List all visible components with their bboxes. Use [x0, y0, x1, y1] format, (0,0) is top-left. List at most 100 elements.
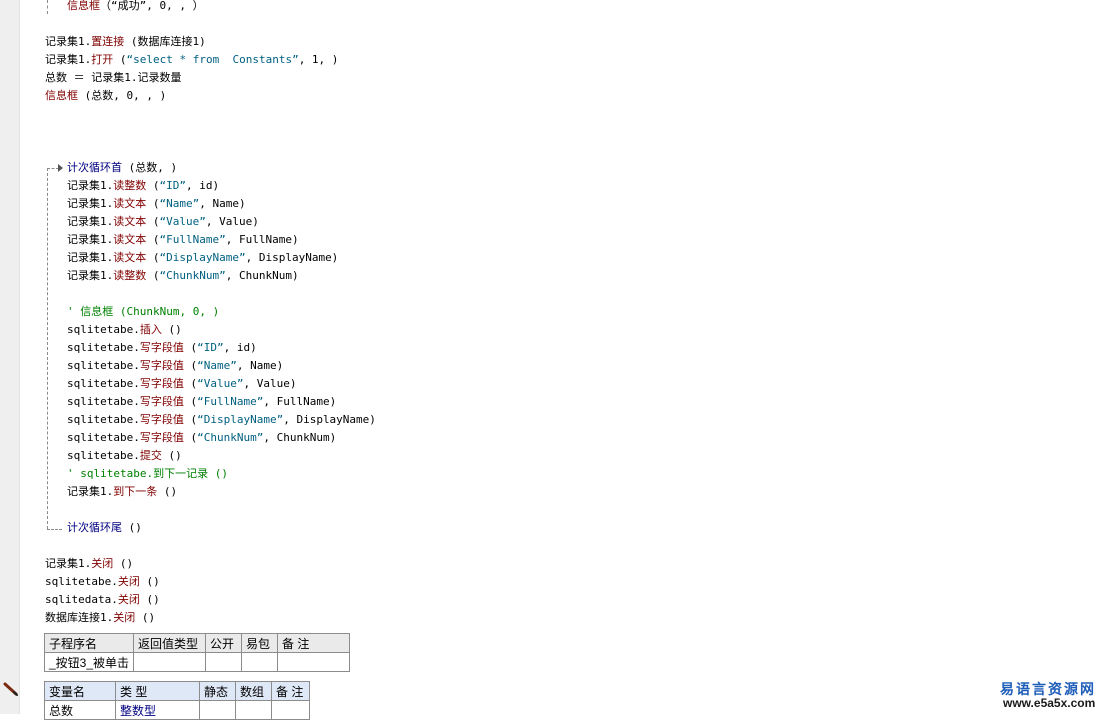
loop-keyword: 计次循环首: [67, 161, 122, 174]
object-name: sqlitetabe.: [45, 575, 118, 588]
method-name: 到下一条: [113, 485, 158, 498]
code-line[interactable]: sqlitetabe.写字段值 (“DisplayName”, DisplayN…: [67, 411, 376, 429]
args: (: [146, 233, 160, 246]
args: , ChunkNum): [263, 431, 337, 444]
code-line[interactable]: 记录集1.读文本 (“Name”, Name): [67, 195, 246, 213]
subroutine-table: 子程序名 返回值类型 公开 易包 备 注 _按钮3_被单击: [43, 633, 351, 672]
code-line[interactable]: 记录集1.关闭 (): [45, 555, 133, 573]
string-literal: “DisplayName”: [197, 413, 284, 426]
variable-name-cell[interactable]: 总数: [44, 700, 116, 720]
args: (): [161, 323, 182, 336]
args: (总数, 0, , ): [78, 89, 167, 102]
easy-pkg-cell[interactable]: [241, 652, 279, 672]
object-name: 数据库连接1.: [45, 611, 114, 624]
code-line[interactable]: 总数 ＝ 记录集1.记录数量: [45, 69, 182, 87]
method-name: 写字段值: [139, 377, 184, 390]
remark-cell[interactable]: [271, 700, 310, 720]
code-line[interactable]: sqlitetabe.写字段值 (“Value”, Value): [67, 375, 296, 393]
method-name: 读文本: [113, 251, 147, 264]
table-row[interactable]: _按钮3_被单击: [43, 652, 351, 672]
code-line[interactable]: sqlitetabe.写字段值 (“ChunkNum”, ChunkNum): [67, 429, 336, 447]
object-name: 记录集1.: [67, 197, 114, 210]
object-name: 记录集1.: [67, 215, 114, 228]
header-cell: 数组: [235, 681, 272, 701]
args: (): [139, 593, 160, 606]
object-name: 记录集1.: [67, 251, 114, 264]
object-name: sqlitetabe.: [67, 395, 140, 408]
method-name: 关闭: [117, 575, 140, 588]
object-name: sqlitetabe.: [67, 449, 140, 462]
method-name: 打开: [91, 53, 114, 66]
args: , DisplayName): [283, 413, 376, 426]
args: , DisplayName): [245, 251, 339, 264]
code-editor[interactable]: 信息框（“成功”, 0, , ） 记录集1.置连接 (数据库连接1) 记录集1.…: [0, 0, 1114, 720]
pencil-icon: [3, 682, 18, 696]
args: (: [183, 395, 198, 408]
object-name: sqlitetabe.: [67, 431, 140, 444]
object-name: sqlitetabe.: [67, 341, 140, 354]
args: （“成功”, 0, , ）: [100, 0, 204, 12]
code-line[interactable]: 记录集1.读文本 (“Value”, Value): [67, 213, 259, 231]
code-line[interactable]: 记录集1.置连接 (数据库连接1): [45, 33, 206, 51]
method-name: 写字段值: [139, 413, 184, 426]
code-comment[interactable]: ' sqlitetabe.到下一记录 (): [67, 465, 228, 483]
string-literal: “Name”: [197, 359, 237, 372]
code-line[interactable]: 记录集1.打开 (“select * from Constants”, 1, ): [45, 51, 338, 69]
method-name: 提交: [139, 449, 162, 462]
table-header-row: 变量名 类 型 静态 数组 备 注: [44, 681, 310, 701]
args: (总数, ): [122, 161, 178, 174]
object-name: 记录集1.: [67, 485, 114, 498]
code-line[interactable]: 信息框（“成功”, 0, , ）: [67, 0, 204, 15]
code-line[interactable]: 记录集1.读整数 (“ChunkNum”, ChunkNum): [67, 267, 299, 285]
code-line[interactable]: sqlitetabe.提交 (): [67, 447, 182, 465]
code-line[interactable]: 数据库连接1.关闭 (): [45, 609, 155, 627]
args: (: [183, 413, 198, 426]
args: , 1, ): [298, 53, 339, 66]
object-name: sqlitetabe.: [67, 323, 140, 336]
args: (): [135, 611, 156, 624]
code-line[interactable]: sqlitetabe.关闭 (): [45, 573, 160, 591]
header-cell: 公开: [205, 633, 243, 653]
code-line[interactable]: 记录集1.到下一条 (): [67, 483, 177, 501]
variable-type-cell[interactable]: 整数型: [115, 700, 200, 720]
args: (): [161, 449, 182, 462]
args: (: [146, 269, 160, 282]
subroutine-name-cell[interactable]: _按钮3_被单击: [43, 652, 135, 672]
code-line[interactable]: sqlitetabe.插入 (): [67, 321, 182, 339]
code-line[interactable]: 计次循环尾 (): [67, 519, 142, 537]
object-name: 记录集1.: [67, 179, 114, 192]
code-line[interactable]: sqlitedata.关闭 (): [45, 591, 160, 609]
remark-cell[interactable]: [277, 652, 351, 672]
static-cell[interactable]: [199, 700, 236, 720]
args: , FullName): [263, 395, 337, 408]
code-line[interactable]: sqlitetabe.写字段值 (“ID”, id): [67, 339, 257, 357]
code-line[interactable]: 记录集1.读文本 (“DisplayName”, DisplayName): [67, 249, 338, 267]
code-comment[interactable]: ' 信息框 (ChunkNum, 0, ): [67, 303, 219, 321]
method-name: 关闭: [91, 557, 114, 570]
code-line[interactable]: sqlitetabe.写字段值 (“Name”, Name): [67, 357, 283, 375]
code-line[interactable]: 记录集1.读整数 (“ID”, id): [67, 177, 219, 195]
public-cell[interactable]: [205, 652, 243, 672]
table-row[interactable]: 总数 整数型: [44, 700, 310, 720]
args: (): [139, 575, 160, 588]
string-literal: “Value”: [197, 377, 244, 390]
array-cell[interactable]: [235, 700, 272, 720]
method-name: 写字段值: [139, 341, 184, 354]
object-name: 记录集1.: [45, 53, 92, 66]
code-line[interactable]: 记录集1.读文本 (“FullName”, FullName): [67, 231, 299, 249]
method-name: 写字段值: [139, 431, 184, 444]
code-line[interactable]: sqlitetabe.写字段值 (“FullName”, FullName): [67, 393, 336, 411]
code-line[interactable]: 信息框 (总数, 0, , ): [45, 87, 166, 105]
args: , id): [223, 341, 257, 354]
string-literal: “ChunkNum”: [159, 269, 226, 282]
return-type-cell[interactable]: [133, 652, 207, 672]
args: , Value): [205, 215, 259, 228]
header-cell: 返回值类型: [133, 633, 207, 653]
args: , Name): [199, 197, 246, 210]
args: (): [113, 557, 134, 570]
args: , Value): [243, 377, 297, 390]
header-cell: 备 注: [277, 633, 351, 653]
args: , Name): [236, 359, 284, 372]
code-line[interactable]: 计次循环首 (总数, ): [67, 159, 177, 177]
string-literal: “Value”: [159, 215, 206, 228]
